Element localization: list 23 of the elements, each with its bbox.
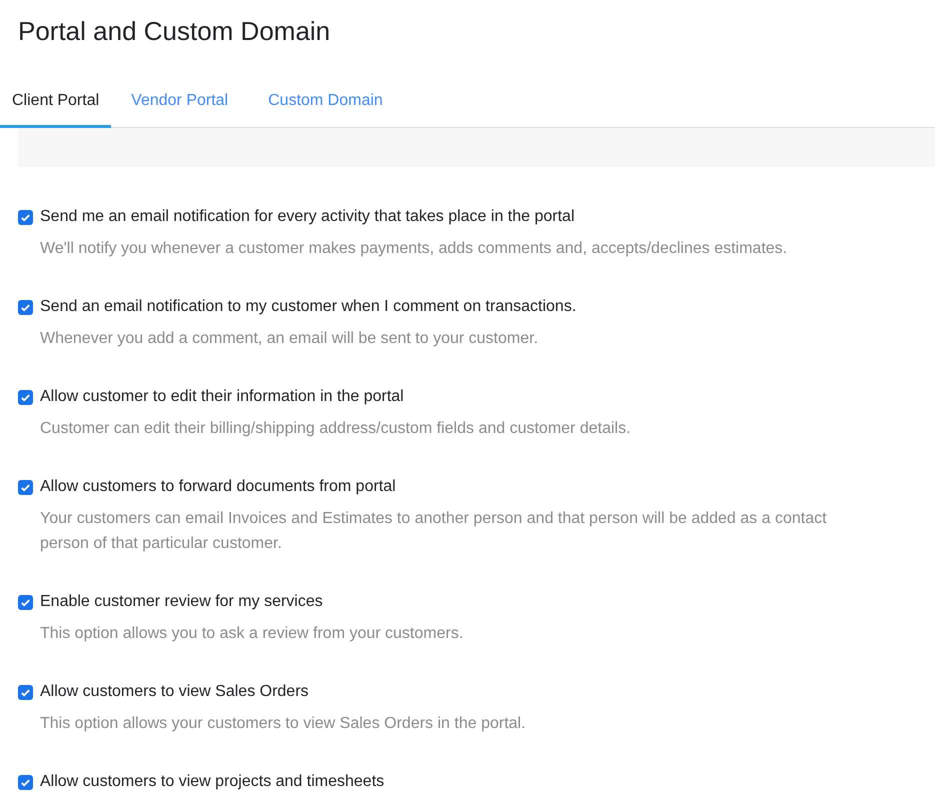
option-label: Allow customers to view Sales Orders <box>40 682 309 702</box>
option-label: Send me an email notification for every activity that takes place in the portal <box>40 207 574 227</box>
option-description: We'll notify you whenever a customer makes payments, adds comments and, accepts/declines estimates. <box>40 239 788 259</box>
checkbox[interactable] <box>18 684 33 700</box>
checkbox[interactable] <box>18 210 33 224</box>
checkbox[interactable] <box>18 594 33 610</box>
checkbox[interactable] <box>18 390 33 404</box>
option-description: Whenever you add a comment, an email will be sent to your customer. <box>40 329 540 349</box>
tab[interactable]: Vendor Portal <box>111 87 248 128</box>
option-label: Enable customer review for my services <box>40 592 323 612</box>
option-description: This option allows you to ask a review from your customers. <box>40 624 464 644</box>
option-description: Customer can edit their billing/shipping address/custom fields and customer details. <box>40 419 632 439</box>
option-description: Your customers can email Invoices and Estimates to another person and that person will be added as a contact person of that particular customer. <box>40 509 828 554</box>
option-description: This option allows your customers to view Sales Orders in the portal. <box>40 714 527 734</box>
option-label: Allow customers to forward documents from portal <box>40 477 396 497</box>
checkbox[interactable] <box>18 774 33 790</box>
checkbox[interactable] <box>18 300 33 314</box>
checkbox[interactable] <box>18 480 33 494</box>
option-label: Send an email notification to my customer when I comment on transactions. <box>40 297 576 317</box>
option-label: Allow customers to view projects and timesheets <box>40 772 384 792</box>
page-title: Portal and Custom Domain <box>18 15 330 48</box>
option-label: Allow customer to edit their information in the portal <box>40 387 404 407</box>
tab[interactable]: Custom Domain <box>248 87 403 128</box>
